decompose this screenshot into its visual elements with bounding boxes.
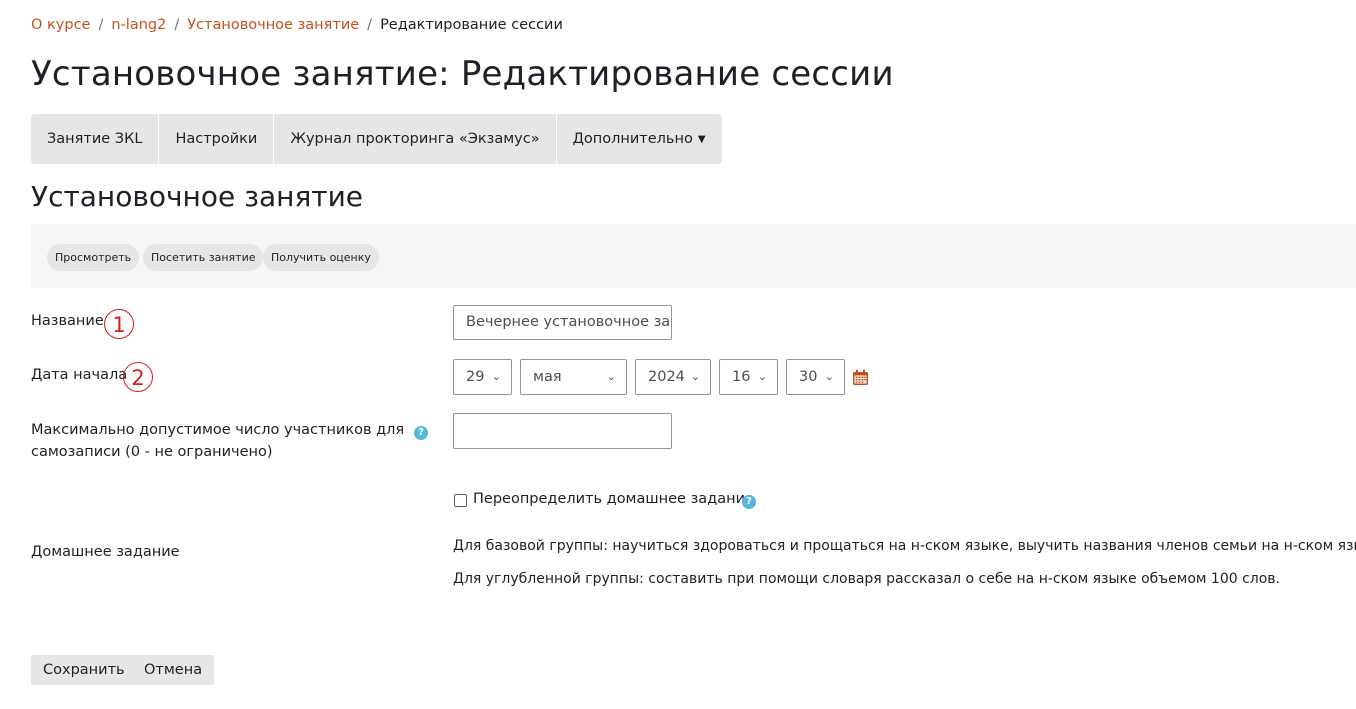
name-label: Название [31,313,104,329]
start-date-label: Дата начала [31,367,128,383]
chevron-down-icon: ▼ [697,134,706,145]
tab-proctoring-log[interactable]: Журнал прокторинга «Экзамус» [274,114,557,164]
tab-more[interactable]: Дополнительно ▼ [557,114,722,164]
activity-action-bar: Просмотреть Посетить занятие Получить оц… [31,224,1356,288]
chevron-down-icon: ⌄ [824,370,834,383]
year-select[interactable]: 2024 ⌄ [635,359,711,395]
name-input[interactable]: Вечернее установочное занятие [453,305,672,340]
breadcrumb-link-activity[interactable]: Установочное занятие [187,17,359,33]
minute-select-value: 30 [799,369,818,385]
breadcrumb: О курсе / n-lang2 / Установочное занятие / Ред… [31,17,563,33]
section-title: Установочное занятие [31,180,364,213]
breadcrumb-separator: / [174,17,180,33]
month-select-value: мая [533,369,562,385]
month-select[interactable]: мая ⌄ [520,359,627,395]
max-participants-label-line2: самозаписи (0 - не ограничено) [31,444,273,460]
breadcrumb-separator: / [98,17,104,33]
day-select[interactable]: 29 ⌄ [453,359,512,395]
help-icon[interactable]: ? [414,426,428,440]
chevron-down-icon: ⌄ [690,370,700,383]
calendar-icon[interactable] [852,369,869,386]
annotation-marker-1: 1 [104,309,134,339]
get-grade-button[interactable]: Получить оценку [263,244,379,271]
hour-select-value: 16 [732,369,751,385]
minute-select[interactable]: 30 ⌄ [786,359,845,395]
homework-text-advanced: Для углубленной группы: составить при по… [453,571,1280,587]
breadcrumb-current: Редактирование сессии [380,17,563,33]
year-select-value: 2024 [648,369,685,385]
hour-select[interactable]: 16 ⌄ [719,359,778,395]
override-homework-checkbox[interactable] [454,494,467,507]
join-session-button[interactable]: Посетить занятие [143,244,264,271]
secondary-navigation: Занятие ЗКL Настройки Журнал прокторинга… [31,114,722,164]
homework-label: Домашнее задание [31,544,180,560]
breadcrumb-link-course[interactable]: О курсе [31,17,90,33]
breadcrumb-link-course-short[interactable]: n-lang2 [111,17,166,33]
day-select-value: 29 [466,369,485,385]
cancel-button[interactable]: Отмена [132,655,215,685]
chevron-down-icon: ⌄ [491,370,501,383]
tab-settings[interactable]: Настройки [159,114,275,164]
tab-session[interactable]: Занятие ЗКL [31,114,160,164]
homework-text-basic: Для базовой группы: научиться здороватьс… [453,538,1356,554]
max-participants-label: Максимально допустимое число участников … [31,422,405,438]
annotation-marker-2: 2 [123,362,153,392]
max-participants-input[interactable] [453,413,672,449]
chevron-down-icon: ⌄ [757,370,767,383]
save-button[interactable]: Сохранить [31,655,137,685]
help-icon[interactable]: ? [742,495,756,509]
page-title: Установочное занятие: Редактирование сес… [31,54,894,94]
override-homework-label[interactable]: Переопределить домашнее задание [473,491,754,507]
breadcrumb-separator: / [367,17,373,33]
tab-more-label: Дополнительно [572,131,693,147]
view-button[interactable]: Просмотреть [47,244,140,271]
chevron-down-icon: ⌄ [606,370,616,383]
